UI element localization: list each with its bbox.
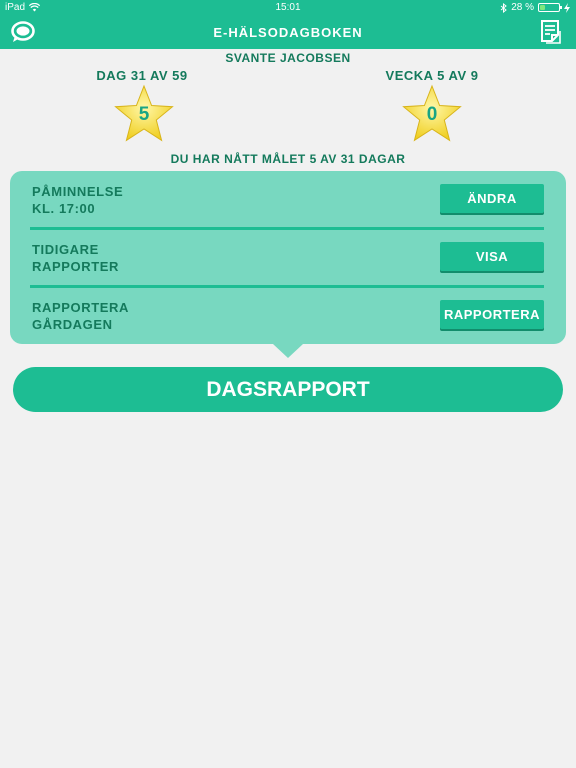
app-title: E-HÄLSODAGBOKEN [213, 25, 363, 40]
reminder-time: KL. 17:00 [32, 201, 96, 216]
previous-reports-label-2: RAPPORTER [32, 259, 120, 274]
notes-icon [541, 20, 561, 44]
reminder-row: PÅMINNELSE KL. 17:00 ÄNDRA [10, 171, 566, 229]
reminder-label: PÅMINNELSE [32, 184, 124, 199]
report-yesterday-label-2: GÅRDAGEN [32, 317, 113, 332]
report-yesterday-button[interactable]: RAPPORTERA [440, 300, 544, 329]
charging-icon [564, 2, 570, 13]
week-star-count: 0 [426, 104, 438, 125]
battery-icon [538, 3, 562, 12]
week-progress-label: VECKA 5 AV 9 [385, 68, 479, 83]
show-reports-button[interactable]: VISA [440, 242, 544, 271]
previous-reports-label-1: TIDIGARE [32, 242, 99, 257]
week-star-badge: 0 [401, 84, 463, 144]
day-star-count: 5 [138, 104, 150, 125]
user-name: SVANTE JACOBSEN [225, 51, 351, 65]
report-yesterday-row: RAPPORTERA GÅRDAGEN RAPPORTERA [10, 287, 566, 345]
goal-summary: DU HAR NÅTT MÅLET 5 AV 31 DAGAR [170, 152, 406, 166]
change-reminder-button[interactable]: ÄNDRA [440, 184, 544, 213]
day-star-badge: 5 [113, 84, 175, 144]
actions-panel: PÅMINNELSE KL. 17:00 ÄNDRA TIDIGARE RAPP… [10, 171, 566, 344]
status-bar: iPad 15:01 28 % [0, 0, 576, 16]
previous-reports-row: TIDIGARE RAPPORTER VISA [10, 229, 566, 287]
status-time: 15:01 [275, 2, 301, 13]
notes-button[interactable] [538, 19, 564, 45]
panel-pointer [273, 344, 303, 358]
battery-percent: 28 % [511, 2, 534, 13]
nav-bar: E-HÄLSODAGBOKEN [0, 16, 576, 49]
bluetooth-icon [500, 2, 508, 13]
daily-report-button[interactable]: DAGSRAPPORT [13, 367, 563, 412]
day-progress-label: DAG 31 AV 59 [96, 68, 188, 83]
report-yesterday-label-1: RAPPORTERA [32, 300, 130, 315]
battery-level [540, 5, 545, 10]
